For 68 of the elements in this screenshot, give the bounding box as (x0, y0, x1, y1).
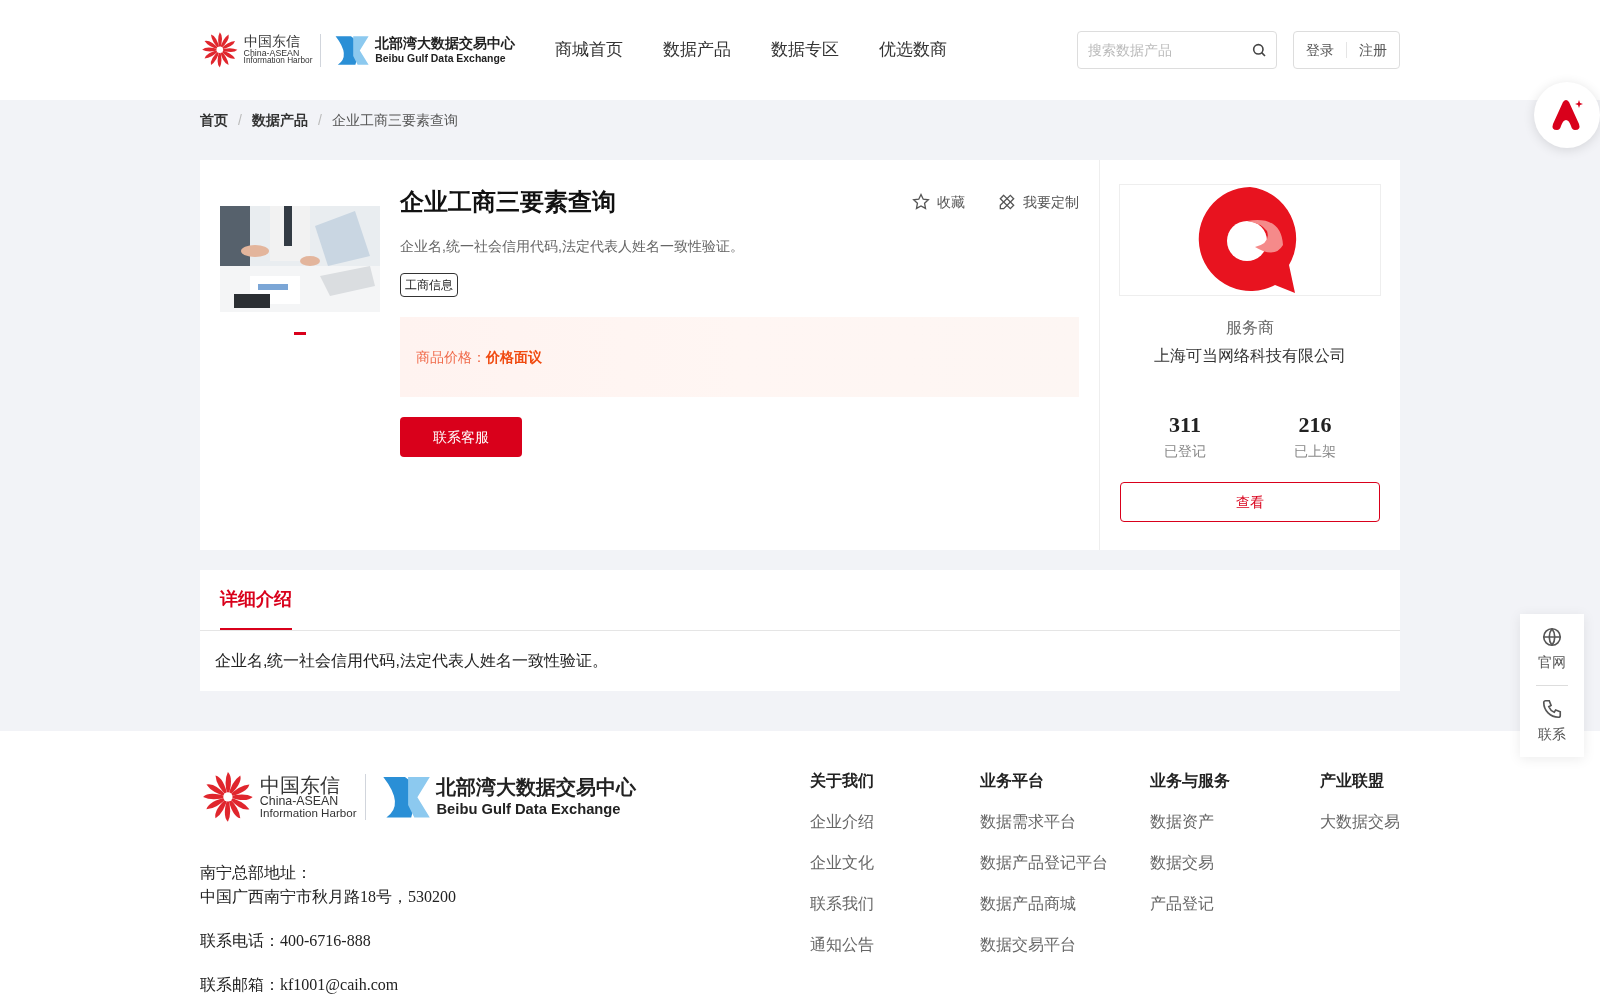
action-button[interactable]: 收藏 (911, 191, 965, 213)
star-icon (911, 192, 931, 212)
product-description: 企业名,统一社会信用代码,法定代表人姓名一致性验证。 (400, 237, 745, 256)
footer-link[interactable]: 数据产品登记平台 (980, 851, 1150, 875)
category-tag: 工商信息 (400, 273, 458, 297)
nav-link[interactable]: 商城首页 (555, 37, 624, 63)
footer-link[interactable]: 企业文化 (810, 851, 980, 875)
footer-link[interactable]: 数据资产 (1150, 810, 1320, 834)
logo-subtitle: China-ASEAN (243, 48, 300, 58)
breadcrumb-separator: / (238, 110, 242, 130)
footer-link[interactable]: 数据交易平台 (980, 933, 1150, 957)
action-button[interactable]: 我要定制 (997, 191, 1079, 213)
footer-link[interactable]: 大数据交易 (1320, 810, 1400, 834)
breadcrumb-link[interactable]: 数据产品 (251, 109, 308, 131)
stat-value: 216 (1298, 411, 1332, 439)
logo-name: 中国东信 (259, 774, 341, 795)
globe-icon (1541, 626, 1563, 648)
contact-service-button[interactable]: 联系客服 (400, 417, 522, 457)
nav-link[interactable]: 优选数商 (879, 37, 948, 63)
footer-link[interactable]: 通知公告 (810, 933, 980, 957)
footer-column-title: 关于我们 (810, 771, 875, 791)
view-button[interactable]: 查看 (1120, 482, 1380, 522)
logo-name: 北部湾大数据交易中心 (436, 775, 637, 801)
logo-subtitle: Information Harbor (243, 57, 313, 66)
logo-subtitle: Beibu Gulf Data Exchange (375, 52, 507, 66)
address-label: 南宁总部地址： (200, 862, 313, 883)
stat-label: 已登记 (1164, 442, 1206, 461)
stat-value: 311 (1169, 411, 1201, 439)
auth-link[interactable]: 登录 (1306, 39, 1334, 61)
detail-tab[interactable]: 详细介绍 (220, 570, 292, 630)
footer-column-title: 业务与服务 (1150, 771, 1231, 791)
pinwheel-logo-icon (200, 30, 240, 70)
logo-name: 中国东信 (243, 34, 301, 49)
provider-role: 服务商 (1226, 318, 1274, 338)
breadcrumb-link[interactable]: 首页 (200, 109, 228, 131)
phone-icon (1541, 698, 1563, 720)
footer-link[interactable]: 数据产品商城 (980, 892, 1150, 916)
email-text: 联系邮箱：kf1001@caih.com (200, 974, 400, 996)
footer-column-title: 产业联盟 (1320, 771, 1385, 791)
footer-link[interactable]: 产品登记 (1150, 892, 1320, 916)
search-icon (1251, 42, 1267, 58)
footer-link[interactable]: 数据交易 (1150, 851, 1320, 875)
footer-link[interactable]: 联系我们 (810, 892, 980, 916)
logo-subtitle: China-ASEAN (259, 794, 339, 808)
pencil-ruler-icon (997, 192, 1017, 212)
breadcrumb-current: 企业工商三要素查询 (331, 110, 458, 130)
side-panel-button[interactable]: 联系 (1538, 698, 1566, 745)
footer-link[interactable]: 数据需求平台 (980, 810, 1150, 834)
nav-link[interactable]: 数据专区 (771, 37, 840, 63)
detail-text: 企业名,统一社会信用代码,法定代表人姓名一致性验证。 (214, 651, 609, 671)
phone-text: 联系电话：400-6716-888 (200, 930, 372, 951)
breadcrumb-separator: / (317, 110, 322, 130)
footer-link[interactable]: 企业介绍 (810, 810, 980, 834)
logo-subtitle: Beibu Gulf Data Exchange (436, 800, 622, 819)
logo-name: 北部湾大数据交易中心 (375, 34, 516, 53)
auth-link[interactable]: 注册 (1359, 39, 1387, 61)
stat-label: 已上架 (1294, 442, 1336, 461)
side-panel-button[interactable]: 官网 (1538, 626, 1566, 673)
nav-link[interactable]: 数据产品 (663, 37, 732, 63)
footer-column-title: 业务平台 (980, 771, 1045, 791)
logo-subtitle: Information Harbor (259, 807, 357, 819)
provider-name: 上海可当网络科技有限公司 (1154, 346, 1346, 366)
search-field[interactable]: 搜索数据产品 (1077, 31, 1277, 69)
price-value: 价格面议 (486, 347, 542, 367)
assistant-button[interactable] (1534, 82, 1600, 148)
address-text: 中国广西南宁市秋月路18号，530200 (200, 886, 457, 907)
product-title: 企业工商三要素查询 (400, 187, 616, 217)
price-label: 商品价格： (416, 347, 486, 367)
